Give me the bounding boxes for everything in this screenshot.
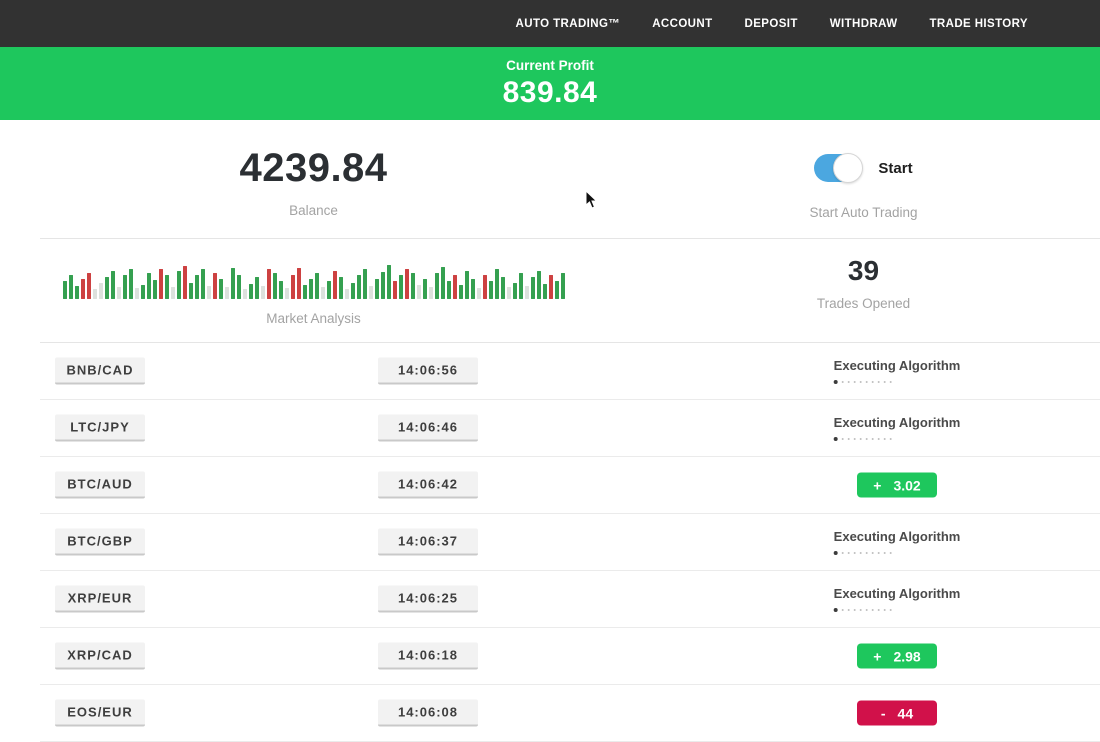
time-badge: 14:06:37	[378, 529, 478, 556]
nav-auto-trading[interactable]: AUTO TRADING™	[516, 18, 621, 30]
current-profit-label: Current Profit	[506, 58, 594, 73]
trade-row: XRP/EUR 14:06:25 Executing Algorithm	[40, 571, 1100, 628]
executing-status: Executing Algorithm	[834, 358, 961, 384]
top-nav: AUTO TRADING™ ACCOUNT DEPOSIT WITHDRAW T…	[0, 0, 1100, 47]
start-auto-trading-caption: Start Auto Trading	[809, 205, 917, 220]
current-profit-value: 839.84	[503, 76, 598, 110]
balance-value: 4239.84	[239, 146, 387, 191]
current-profit-banner: Current Profit 839.84	[0, 47, 1100, 120]
pair-badge[interactable]: BNB/CAD	[55, 358, 145, 385]
auto-trading-toggle[interactable]	[814, 154, 862, 182]
pair-badge[interactable]: LTC/JPY	[55, 415, 145, 442]
progress-dots-icon	[834, 551, 961, 555]
trade-row: BNB/CAD 14:06:56 Executing Algorithm	[40, 343, 1100, 400]
pair-badge[interactable]: EOS/EUR	[55, 700, 145, 727]
nav-trade-history[interactable]: TRADE HISTORY	[930, 18, 1029, 30]
progress-dots-icon	[834, 608, 961, 612]
time-badge: 14:06:08	[378, 700, 478, 727]
toggle-start-label: Start	[878, 160, 912, 177]
time-badge: 14:06:42	[378, 472, 478, 499]
trades-opened-label: Trades Opened	[817, 296, 910, 311]
trade-list: BNB/CAD 14:06:56 Executing Algorithm LTC…	[40, 343, 1100, 742]
nav-deposit[interactable]: DEPOSIT	[745, 18, 798, 30]
trade-row: BTC/GBP 14:06:37 Executing Algorithm	[40, 514, 1100, 571]
executing-status: Executing Algorithm	[834, 529, 961, 555]
toggle-knob	[833, 153, 863, 183]
trade-row: BTC/AUD 14:06:42 Executing Algorithm +3.…	[40, 457, 1100, 514]
result-badge: +3.02	[857, 473, 937, 498]
progress-dots-icon	[834, 437, 961, 441]
market-section: Market Analysis 39 Trades Opened	[0, 239, 1100, 342]
result-badge: -44	[857, 701, 937, 726]
pair-badge[interactable]: XRP/CAD	[55, 643, 145, 670]
market-analysis-label: Market Analysis	[266, 311, 361, 326]
executing-status: Executing Algorithm	[834, 586, 961, 612]
result-badge: +2.98	[857, 644, 937, 669]
pair-badge[interactable]: XRP/EUR	[55, 586, 145, 613]
market-analysis-chart	[63, 261, 565, 299]
trade-row: LTC/JPY 14:06:46 Executing Algorithm	[40, 400, 1100, 457]
trade-row: EOS/EUR 14:06:08 Executing Algorithm -44	[40, 685, 1100, 742]
nav-withdraw[interactable]: WITHDRAW	[830, 18, 898, 30]
time-badge: 14:06:56	[378, 358, 478, 385]
pair-badge[interactable]: BTC/GBP	[55, 529, 145, 556]
nav-account[interactable]: ACCOUNT	[652, 18, 712, 30]
executing-status: Executing Algorithm	[834, 415, 961, 441]
progress-dots-icon	[834, 380, 961, 384]
balance-label: Balance	[289, 203, 338, 218]
pair-badge[interactable]: BTC/AUD	[55, 472, 145, 499]
time-badge: 14:06:18	[378, 643, 478, 670]
time-badge: 14:06:25	[378, 586, 478, 613]
time-badge: 14:06:46	[378, 415, 478, 442]
trades-opened-value: 39	[848, 255, 879, 287]
balance-section: 4239.84 Balance Start Start Auto Trading	[0, 120, 1100, 238]
trade-row: XRP/CAD 14:06:18 Executing Algorithm +2.…	[40, 628, 1100, 685]
